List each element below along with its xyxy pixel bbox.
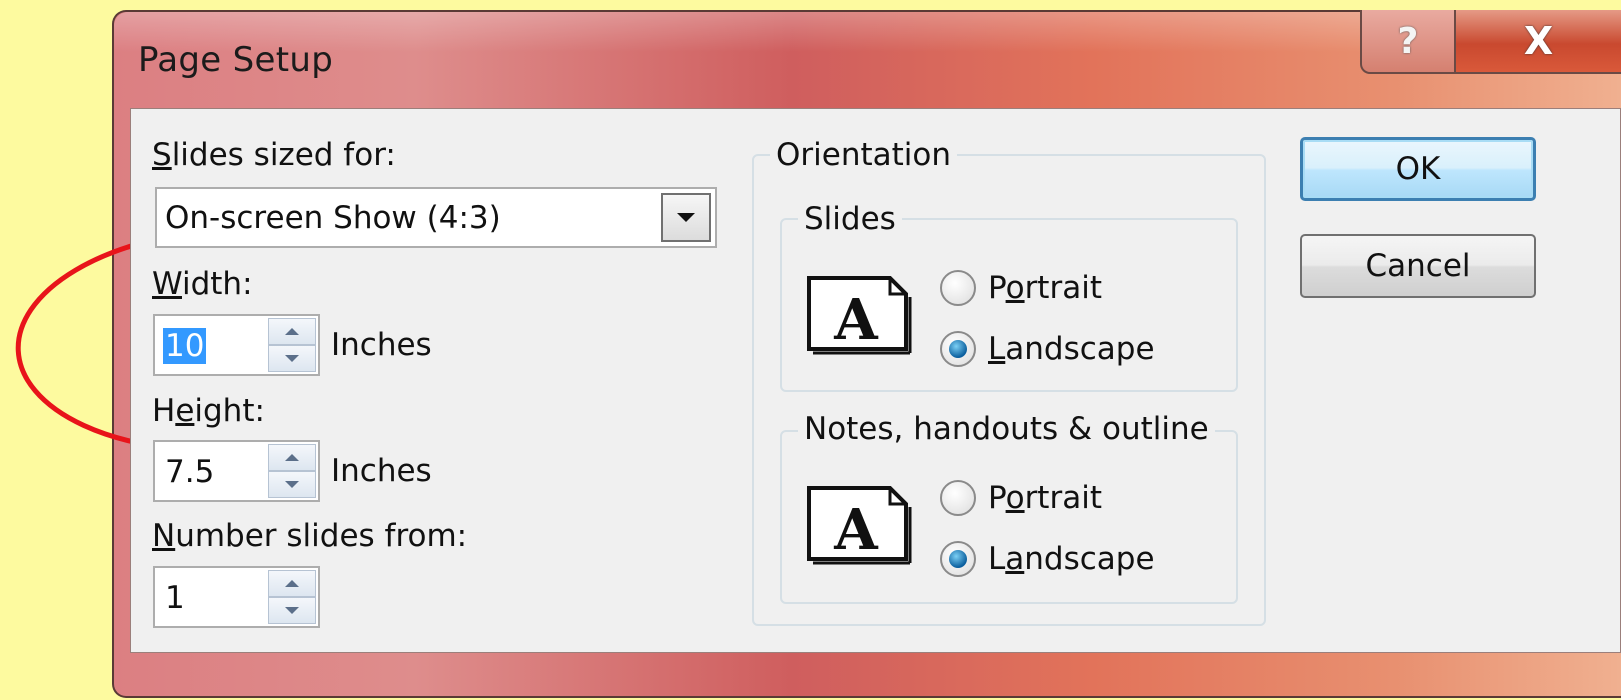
slides-sized-for-dropdown[interactable]: On-screen Show (4:3) bbox=[155, 187, 717, 248]
notes-portrait-label[interactable]: Portrait bbox=[988, 480, 1102, 516]
chevron-down-icon bbox=[677, 213, 695, 222]
height-decrement-button[interactable] bbox=[268, 471, 316, 498]
slides-orientation-legend: Slides bbox=[798, 201, 902, 237]
number-slides-from-input[interactable]: 1 bbox=[165, 580, 185, 616]
height-increment-button[interactable] bbox=[268, 444, 316, 471]
notes-landscape-radio[interactable] bbox=[940, 541, 976, 577]
arrow-down-icon bbox=[285, 481, 299, 488]
width-unit-label: Inches bbox=[331, 327, 432, 363]
width-input[interactable]: 10 bbox=[163, 328, 207, 364]
width-spinner[interactable]: 10 bbox=[153, 314, 320, 376]
slides-landscape-label[interactable]: Landscape bbox=[988, 331, 1155, 367]
height-label: Height: bbox=[152, 393, 265, 429]
arrow-up-icon bbox=[285, 580, 299, 587]
arrow-up-icon bbox=[285, 328, 299, 335]
height-input[interactable]: 7.5 bbox=[165, 454, 214, 490]
slide-page-icon: A bbox=[807, 276, 912, 355]
help-button[interactable]: ? bbox=[1360, 10, 1456, 74]
number-slides-from-label: Number slides from: bbox=[152, 518, 468, 554]
ok-button[interactable]: OK bbox=[1300, 137, 1536, 201]
width-label: Width: bbox=[152, 266, 253, 302]
height-spinner[interactable]: 7.5 bbox=[153, 440, 320, 502]
width-decrement-button[interactable] bbox=[268, 345, 316, 372]
number-decrement-button[interactable] bbox=[268, 597, 316, 624]
arrow-down-icon bbox=[285, 355, 299, 362]
dropdown-arrow-button[interactable] bbox=[661, 193, 711, 242]
slides-sized-for-value: On-screen Show (4:3) bbox=[165, 200, 501, 236]
notes-icon-letter: A bbox=[833, 497, 879, 563]
title-bar-buttons: ? X bbox=[1360, 10, 1621, 78]
dialog-title: Page Setup bbox=[138, 40, 334, 80]
slide-icon-letter: A bbox=[833, 287, 879, 353]
notes-portrait-radio[interactable] bbox=[940, 480, 976, 516]
cancel-button[interactable]: Cancel bbox=[1300, 234, 1536, 298]
arrow-up-icon bbox=[285, 454, 299, 461]
slides-portrait-label[interactable]: Portrait bbox=[988, 270, 1102, 306]
width-increment-button[interactable] bbox=[268, 318, 316, 345]
arrow-down-icon bbox=[285, 607, 299, 614]
notes-landscape-label[interactable]: Landscape bbox=[988, 541, 1155, 577]
close-icon: X bbox=[1523, 19, 1554, 63]
number-increment-button[interactable] bbox=[268, 570, 316, 597]
close-button[interactable]: X bbox=[1454, 10, 1621, 74]
slides-sized-for-label: Slides sized for: bbox=[152, 137, 396, 173]
notes-orientation-legend: Notes, handouts & outline bbox=[798, 411, 1215, 447]
slides-landscape-radio[interactable] bbox=[940, 331, 976, 367]
height-unit-label: Inches bbox=[331, 453, 432, 489]
orientation-legend: Orientation bbox=[770, 137, 958, 173]
number-slides-from-spinner[interactable]: 1 bbox=[153, 566, 320, 628]
slides-portrait-radio[interactable] bbox=[940, 270, 976, 306]
notes-page-icon: A bbox=[807, 486, 912, 565]
